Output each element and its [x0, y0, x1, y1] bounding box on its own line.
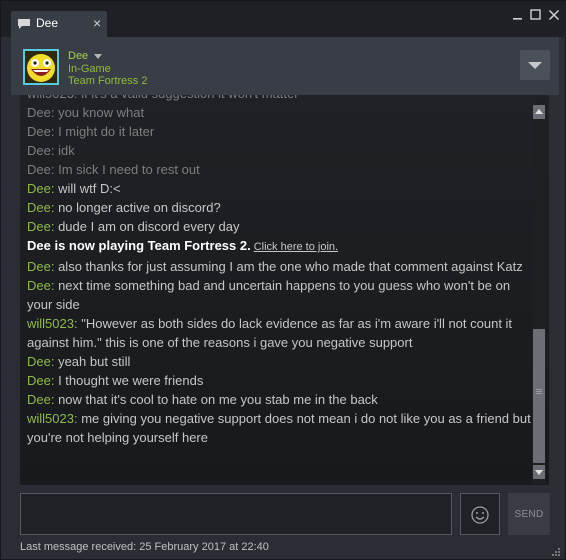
- scroll-down-button[interactable]: [533, 465, 545, 479]
- message-input[interactable]: [20, 493, 452, 535]
- chat-message: Dee: next time something bad and uncerta…: [27, 276, 532, 314]
- message-text: "However as both sides do lack evidence …: [27, 316, 513, 350]
- minimize-icon[interactable]: [510, 7, 526, 23]
- chat-message: Dee: now that it's cool to hate on me yo…: [27, 390, 532, 409]
- message-sender: Dee:: [27, 143, 55, 158]
- chat-message: Dee: will wtf D:<: [27, 179, 532, 198]
- message-sender: Dee:: [27, 162, 55, 177]
- message-text: will wtf D:<: [54, 181, 121, 196]
- send-button[interactable]: SEND: [508, 493, 550, 535]
- chevron-down-icon[interactable]: [94, 53, 103, 59]
- resize-grip-icon[interactable]: [551, 547, 561, 557]
- chat-window: Dee × Dee In-Game Team Fortress 2 Dee: y…: [0, 0, 566, 560]
- chat-message: Dee: yeah but still: [27, 352, 532, 371]
- chat-log: will5023: if it's a valid suggestion it …: [20, 95, 549, 485]
- grip-icon: [536, 389, 542, 395]
- system-message-text: Dee is now playing Team Fortress 2.: [27, 238, 251, 253]
- message-sender: Dee:: [27, 124, 55, 139]
- friend-game: Team Fortress 2: [68, 75, 148, 87]
- chat-bubble-icon: [18, 19, 30, 29]
- chat-options-button[interactable]: [520, 50, 550, 80]
- chat-tab[interactable]: Dee ×: [11, 11, 107, 37]
- message-text: next time something bad and uncertain ha…: [27, 278, 511, 312]
- chat-message: Dee: I might do it later: [27, 122, 532, 141]
- message-sender: Dee:: [27, 200, 55, 215]
- chat-message: Dee: idk: [27, 141, 532, 160]
- last-message-status: Last message received: 25 February 2017 …: [20, 541, 269, 553]
- maximize-icon[interactable]: [528, 7, 544, 23]
- message-text: also thanks for just assuming I am the o…: [54, 259, 523, 274]
- message-sender: Dee:: [27, 219, 55, 234]
- arrow-down-icon: [535, 470, 543, 475]
- scrollbar[interactable]: [532, 101, 546, 484]
- message-text: now that it's cool to hate on me you sta…: [54, 392, 378, 407]
- tab-close-icon[interactable]: ×: [93, 15, 101, 31]
- chat-message: will5023: me giving you negative support…: [27, 409, 532, 447]
- close-icon[interactable]: [546, 7, 562, 23]
- message-sender: will5023:: [27, 316, 78, 331]
- message-sender: Dee:: [27, 278, 55, 293]
- message-text: idk: [54, 143, 75, 158]
- tab-label: Dee: [36, 16, 59, 30]
- message-list: will5023: if it's a valid suggestion it …: [27, 95, 532, 447]
- chat-message: Dee: also thanks for just assuming I am …: [27, 257, 532, 276]
- chat-message: Dee: you know what: [27, 103, 532, 122]
- message-sender: Dee:: [27, 181, 55, 196]
- chevron-down-icon: [528, 62, 542, 69]
- emoticon-icon: [471, 506, 489, 524]
- message-sender: Dee:: [27, 354, 55, 369]
- avatar-face-icon: [25, 51, 57, 83]
- chat-message: Dee: Im sick I need to rest out: [27, 160, 532, 179]
- scroll-thumb[interactable]: [533, 329, 545, 463]
- avatar-image: [25, 51, 57, 83]
- partial-message: will5023: if it's a valid suggestion it …: [27, 95, 532, 103]
- message-text: no longer active on discord?: [54, 200, 221, 215]
- friend-name[interactable]: Dee: [68, 50, 103, 62]
- message-text: Im sick I need to rest out: [54, 162, 200, 177]
- friend-header: Dee In-Game Team Fortress 2: [11, 37, 559, 95]
- message-text: I might do it later: [54, 124, 155, 139]
- chat-message: Dee: dude I am on discord every day: [27, 217, 532, 236]
- title-bar[interactable]: Dee ×: [1, 1, 566, 37]
- message-sender: will5023:: [27, 411, 78, 426]
- chat-message: will5023: "However as both sides do lack…: [27, 314, 532, 352]
- scroll-up-button[interactable]: [533, 105, 545, 119]
- message-text: I thought we were friends: [54, 373, 204, 388]
- join-game-link[interactable]: Click here to join.: [254, 241, 338, 253]
- message-sender: Dee:: [27, 259, 55, 274]
- message-text: me giving you negative support does not …: [27, 411, 531, 445]
- friend-status: In-Game: [68, 63, 111, 75]
- message-sender: Dee:: [27, 105, 55, 120]
- message-text: dude I am on discord every day: [54, 219, 240, 234]
- message-sender: Dee:: [27, 373, 55, 388]
- emoticon-button[interactable]: [460, 493, 500, 535]
- chat-message: Dee: no longer active on discord?: [27, 198, 532, 217]
- arrow-up-icon: [535, 109, 543, 114]
- message-sender: Dee:: [27, 392, 55, 407]
- friend-name-label: Dee: [68, 50, 89, 62]
- system-message: Dee is now playing Team Fortress 2. Click…: [27, 236, 532, 257]
- chat-message: Dee: I thought we were friends: [27, 371, 532, 390]
- message-text: yeah but still: [54, 354, 131, 369]
- message-text: you know what: [54, 105, 145, 120]
- avatar[interactable]: [23, 49, 59, 85]
